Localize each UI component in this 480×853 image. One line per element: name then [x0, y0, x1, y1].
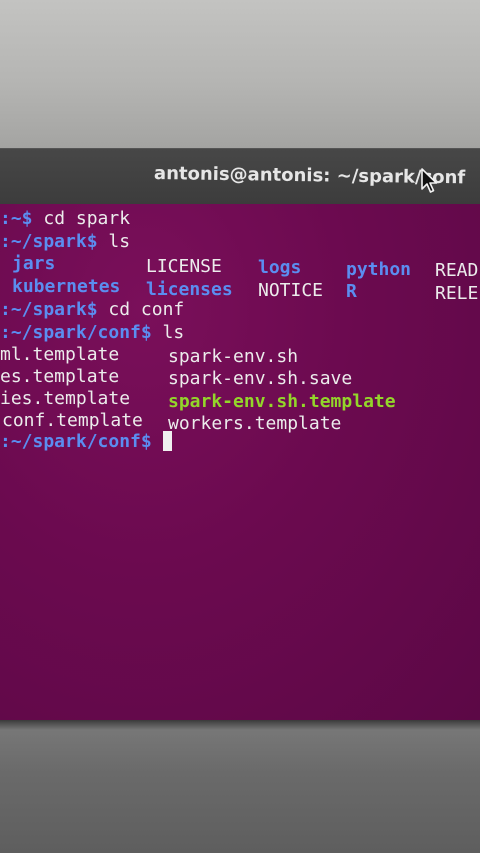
ls-entry-file: ml.template — [0, 344, 120, 365]
ls-entry-dir: R — [346, 281, 357, 302]
screen-photo: antonis@antonis: ~/spark/conf :~$ cd spa… — [0, 0, 480, 853]
ls-entry-dir: kubernetes — [12, 276, 121, 297]
ls-entry-file: NOTICE — [258, 280, 324, 301]
command: ls — [97, 231, 131, 252]
command: ls — [151, 322, 185, 343]
terminal-line-ls: :~/spark$ ls — [0, 231, 130, 253]
prompt: :~$ — [0, 208, 33, 229]
ls-entry-file: workers.template — [168, 413, 342, 434]
ls-entry-executable: spark-env.sh.template — [168, 391, 396, 412]
terminal-line-cd-conf: :~/spark$ cd conf — [0, 299, 184, 321]
monitor-bezel-bottom — [0, 720, 480, 853]
ls-entry-file: es.template — [0, 366, 120, 387]
ls-entry-file: RELE — [435, 283, 479, 304]
text-cursor — [162, 431, 172, 451]
window-title: antonis@antonis: ~/spark/conf — [153, 163, 466, 189]
ls-entry-dir: python — [346, 259, 412, 280]
terminal-line-cd-spark: :~$ cd spark — [0, 208, 130, 230]
ls-entry-file: READ — [435, 260, 479, 281]
ls-entry-dir: licenses — [146, 279, 233, 300]
ls-entry-dir: logs — [258, 257, 302, 278]
monitor-bezel-top — [0, 0, 480, 148]
command: cd spark — [32, 208, 131, 229]
prompt: :~/spark/conf$ — [0, 431, 152, 452]
terminal-line-current-prompt[interactable]: :~/spark/conf$ — [0, 431, 172, 453]
ls-entry-file: LICENSE — [146, 256, 222, 277]
ls-entry-file: spark-env.sh.save — [168, 368, 353, 389]
ls-entry-dir: jars — [12, 253, 56, 274]
prompt: :~/spark$ — [0, 299, 98, 320]
terminal-area[interactable]: :~$ cd spark :~/spark$ ls jars LICENSE l… — [0, 204, 480, 720]
prompt: :~/spark/conf$ — [0, 322, 152, 343]
mouse-pointer-icon — [421, 168, 438, 193]
command: cd conf — [97, 299, 185, 320]
terminal-line-ls-conf: :~/spark/conf$ ls — [0, 322, 184, 344]
ls-entry-file: spark-env.sh — [168, 346, 299, 367]
ls-entry-file: ies.template — [0, 388, 131, 409]
prompt: :~/spark$ — [0, 231, 98, 252]
ls-entry-file: conf.template — [2, 410, 143, 431]
